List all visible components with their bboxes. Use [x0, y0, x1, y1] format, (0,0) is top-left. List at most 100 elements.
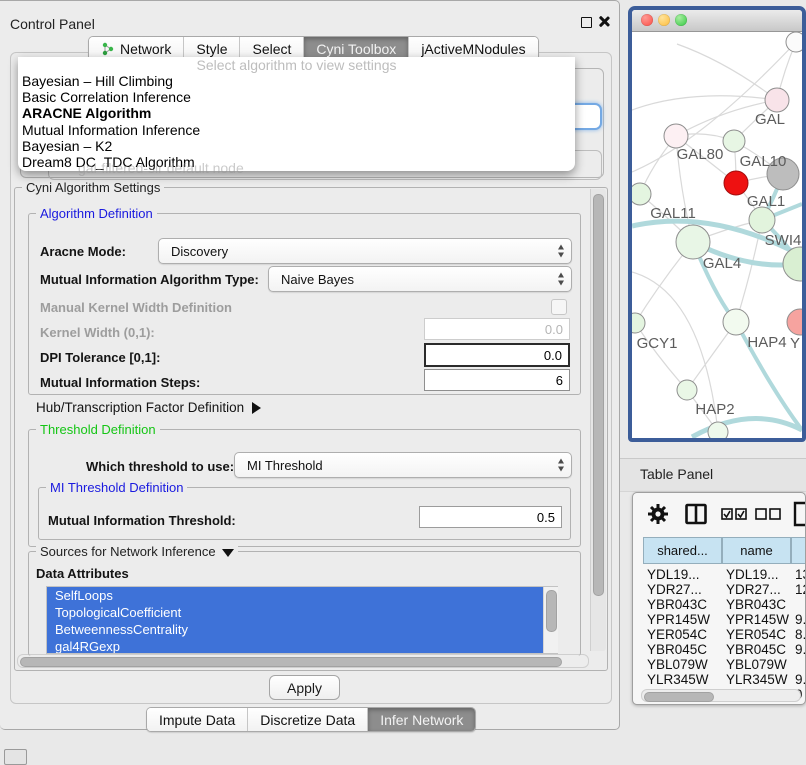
hub-definition-toggle[interactable]: Hub/Transcription Factor Definition: [36, 400, 261, 415]
table-row[interactable]: YBR043CYBR043C: [643, 597, 806, 612]
table-panel-title: Table Panel: [640, 466, 713, 482]
settings-horizontal-scrollbar[interactable]: [17, 654, 589, 668]
network-node-hap2[interactable]: [677, 380, 697, 400]
data-attribute-item[interactable]: gal4RGexp: [47, 638, 547, 654]
network-node[interactable]: [708, 422, 728, 439]
table-row[interactable]: YPR145WYPR145W9.: [643, 612, 806, 627]
table-cell: [795, 597, 806, 612]
close-icon[interactable]: [598, 15, 610, 27]
table-horizontal-scrollbar[interactable]: [641, 689, 801, 702]
network-node-swi4[interactable]: [749, 207, 775, 233]
network-view-window[interactable]: GALGAL80GAL10GAL1SWI4GAL11GAL4GCY1HAP4YH…: [628, 6, 806, 442]
which-threshold-combo[interactable]: MI Threshold: [234, 452, 572, 478]
mi-steps-field[interactable]: 6: [424, 369, 570, 391]
table-cell: YBR045C: [726, 642, 789, 657]
network-window-titlebar[interactable]: [632, 10, 802, 32]
network-node[interactable]: [783, 247, 802, 281]
unchecked-boxes-icon[interactable]: [755, 508, 782, 520]
table-cell: 12: [795, 582, 806, 597]
dpi-tolerance-field[interactable]: 0.0: [424, 343, 570, 367]
apply-button[interactable]: Apply: [269, 675, 340, 700]
file-icon[interactable]: [793, 501, 806, 527]
tab-label: Infer Network: [380, 712, 463, 728]
tab-impute-data[interactable]: Impute Data: [147, 708, 248, 731]
mi-type-combo[interactable]: Naive Bayes: [268, 266, 572, 292]
close-traffic-light-icon[interactable]: [641, 14, 653, 26]
algorithm-option-aracne-algorithm[interactable]: ARACNE Algorithm: [18, 105, 575, 121]
table-cell: YER054C: [647, 627, 720, 642]
mi-threshold-field[interactable]: 0.5: [419, 506, 562, 528]
network-node-gal[interactable]: [765, 88, 789, 112]
table-row[interactable]: YDL19...YDL19...13: [643, 567, 806, 582]
tab-discretize-data[interactable]: Discretize Data: [248, 708, 368, 731]
tab-label: Cyni Toolbox: [316, 41, 396, 57]
column-header-name[interactable]: name: [722, 537, 791, 564]
algorithm-option-bayesian-k2[interactable]: Bayesian – K2: [18, 138, 575, 154]
gear-icon[interactable]: [647, 503, 669, 525]
table-cell: YLR345W: [647, 672, 720, 687]
scrollbar-thumb[interactable]: [546, 590, 557, 632]
scrollbar-thumb[interactable]: [20, 657, 562, 667]
network-node-gcy1[interactable]: [632, 313, 645, 333]
checked-boxes-icon[interactable]: [721, 508, 748, 520]
data-attribute-item[interactable]: BetweennessCentrality: [47, 621, 547, 638]
table-row[interactable]: YER054CYER054C8.: [643, 627, 806, 642]
table-row[interactable]: YLR345WYLR345W9.: [643, 672, 806, 687]
algorithm-option-basic-correlation-inference[interactable]: Basic Correlation Inference: [18, 89, 575, 105]
kernel-width-label: Kernel Width (0,1):: [40, 325, 155, 340]
tab-label: Network: [120, 41, 171, 57]
data-attribute-item[interactable]: TopologicalCoefficient: [47, 604, 547, 621]
minimize-traffic-light-icon[interactable]: [658, 14, 670, 26]
network-edge[interactable]: [635, 323, 687, 390]
algorithm-option-mutual-information-inference[interactable]: Mutual Information Inference: [18, 122, 575, 138]
network-node-gal4[interactable]: [676, 225, 710, 259]
data-attribute-item[interactable]: SelfLoops: [47, 587, 547, 604]
table-row[interactable]: YDR27...YDR27...12: [643, 582, 806, 597]
table-cell: YER054C: [726, 627, 789, 642]
scrollbar-thumb[interactable]: [593, 194, 604, 596]
cyni-mode-tabs: Impute DataDiscretize Data Infer Network: [146, 707, 476, 732]
docked-panel-icon[interactable]: [4, 749, 27, 765]
dropdown-placeholder: Select algorithm to view settings: [18, 58, 575, 73]
network-canvas[interactable]: GALGAL80GAL10GAL1SWI4GAL11GAL4GCY1HAP4YH…: [632, 32, 802, 439]
mi-type-value: Naive Bayes: [281, 272, 354, 287]
network-node[interactable]: [786, 32, 802, 52]
column-header-a[interactable]: A: [791, 537, 806, 564]
network-node-hap4[interactable]: [723, 309, 749, 335]
node-label: GCY1: [637, 335, 678, 352]
table-cell: 9.: [795, 642, 806, 657]
aracne-mode-value: Discovery: [171, 244, 228, 259]
kernel-width-field[interactable]: 0.0: [424, 318, 570, 340]
manual-kernel-label: Manual Kernel Width Definition: [40, 300, 232, 315]
column-header-shared[interactable]: shared...: [643, 537, 722, 564]
node-label: SWI4: [765, 232, 802, 249]
aracne-mode-combo[interactable]: Discovery: [158, 238, 572, 264]
network-node-y[interactable]: [787, 309, 802, 335]
float-window-icon[interactable]: [581, 17, 592, 28]
settings-vertical-scrollbar[interactable]: [590, 189, 606, 651]
stepper-icon: [556, 273, 566, 286]
network-node-gal1[interactable]: [724, 171, 748, 195]
network-node-gal11[interactable]: [632, 183, 651, 205]
table-cell: YBR043C: [726, 597, 789, 612]
table-row[interactable]: YBL079WYBL079W: [643, 657, 806, 672]
node-label: GAL1: [747, 193, 785, 210]
network-node-gal80[interactable]: [664, 124, 688, 148]
algorithm-option-bayesian-hill-climbing[interactable]: Bayesian – Hill Climbing: [18, 73, 575, 89]
sources-title-text: Sources for Network Inference: [40, 544, 216, 559]
table-cell: YBL079W: [647, 657, 720, 672]
network-graph: GALGAL80GAL10GAL1SWI4GAL11GAL4GCY1HAP4YH…: [632, 32, 802, 439]
node-label: HAP2: [695, 401, 734, 418]
network-edge[interactable]: [632, 96, 777, 110]
table-cell: YDL19...: [647, 567, 720, 582]
sources-group-title[interactable]: Sources for Network Inference: [36, 544, 238, 559]
zoom-traffic-light-icon[interactable]: [675, 14, 687, 26]
manual-kernel-checkbox[interactable]: [551, 299, 567, 315]
tab-infer-network[interactable]: Infer Network: [368, 708, 475, 731]
network-node-gal10[interactable]: [723, 130, 745, 152]
split-columns-icon[interactable]: [685, 503, 707, 525]
mi-type-label: Mutual Information Algorithm Type:: [40, 272, 259, 287]
network-edge[interactable]: [677, 44, 777, 100]
scrollbar-thumb[interactable]: [644, 692, 714, 702]
table-row[interactable]: YBR045CYBR045C9.: [643, 642, 806, 657]
